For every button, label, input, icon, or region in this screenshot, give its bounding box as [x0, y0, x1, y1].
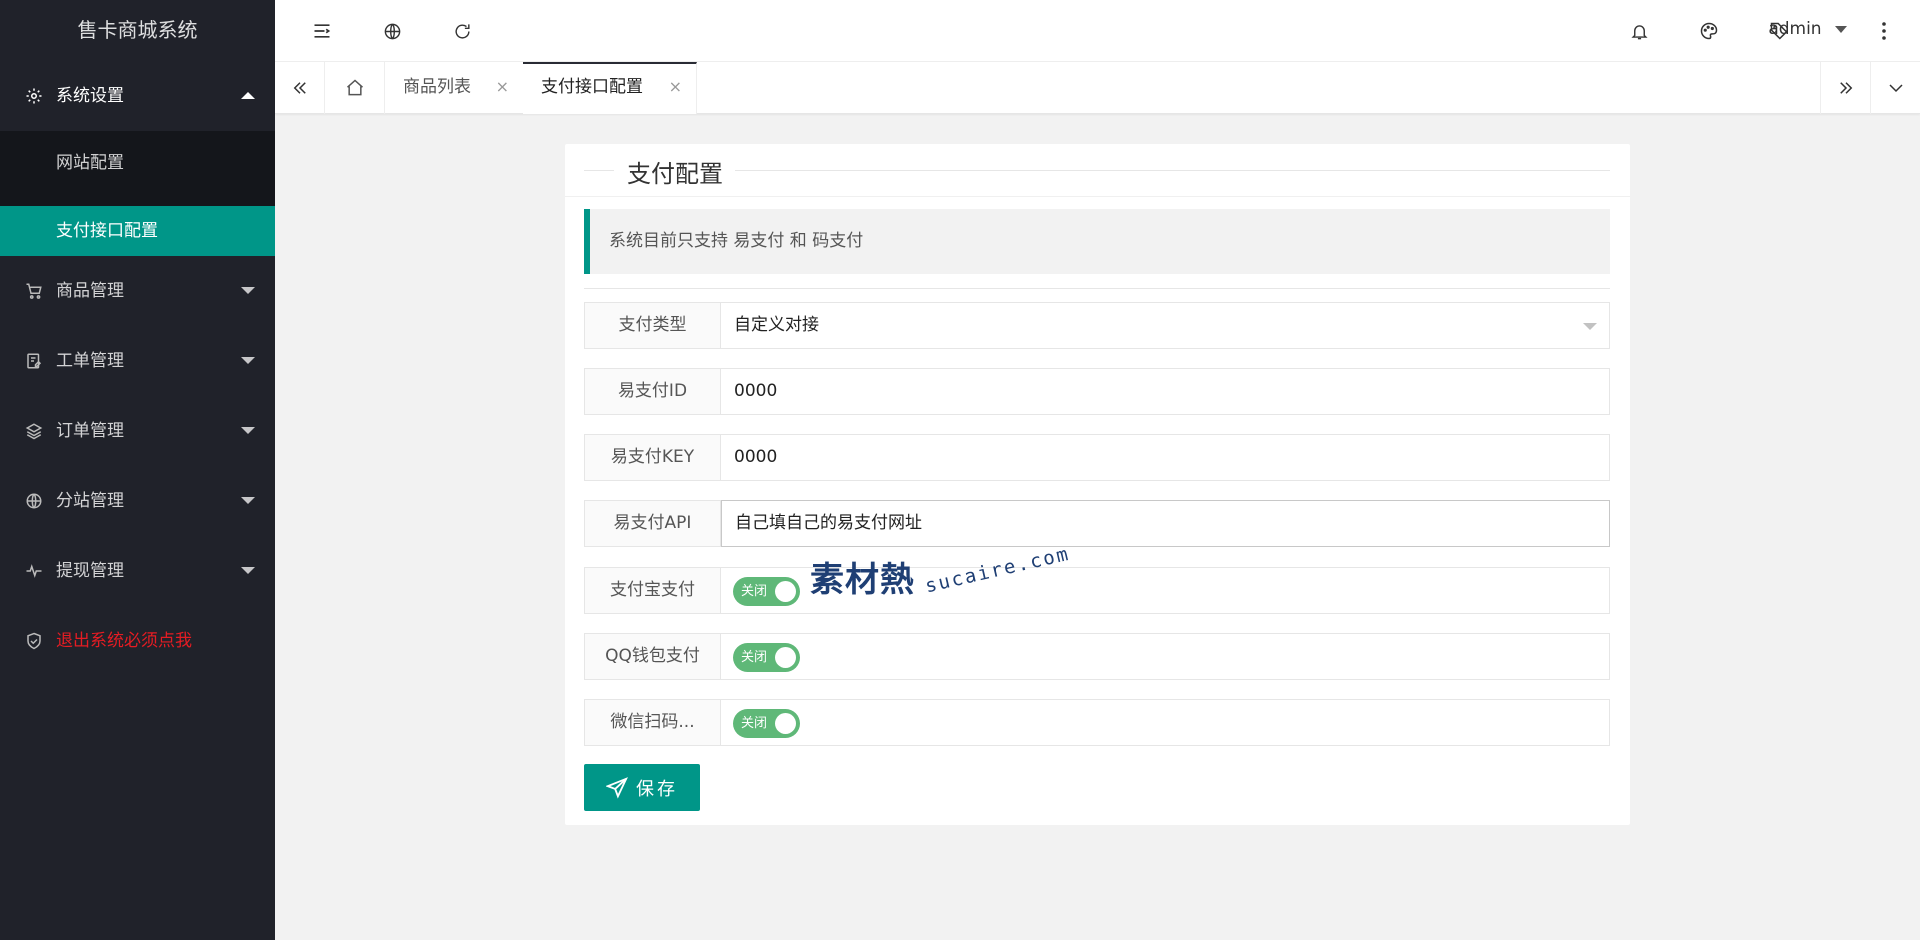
double-chevron-right-icon [1839, 82, 1852, 94]
qqpay-row: QQ钱包支付 关闭 [584, 633, 1610, 680]
scroll-right-button[interactable] [1820, 62, 1870, 114]
globe-icon [24, 466, 44, 536]
epay-key-row: 易支付KEY 0000 [584, 434, 1610, 481]
more-vertical-icon[interactable] [1873, 20, 1895, 42]
chevron-down-icon [1888, 84, 1903, 93]
app-title: 售卡商城系统 [77, 18, 198, 42]
toggle-knob [775, 647, 796, 668]
sidebar-item-products[interactable]: 商品管理 [0, 256, 275, 326]
globe-icon[interactable] [381, 20, 403, 42]
pay-type-select[interactable]: 自定义对接 [721, 303, 1609, 348]
toggle-knob [775, 713, 796, 734]
card-header: 支付配置 [565, 144, 1630, 197]
sidebar-item-orders[interactable]: 订单管理 [0, 396, 275, 466]
alipay-row: 支付宝支付 关闭 [584, 567, 1610, 614]
sidebar-item-label: 系统设置 [56, 86, 124, 106]
close-icon[interactable]: × [669, 64, 682, 110]
wxpay-row: 微信扫码... 关闭 [584, 699, 1610, 746]
wxpay-label: 微信扫码... [585, 700, 721, 745]
caret-down-icon [241, 287, 255, 294]
pay-type-label: 支付类型 [585, 303, 721, 348]
sidebar-item-label: 提现管理 [56, 561, 124, 581]
epay-id-row: 易支付ID 0000 [584, 368, 1610, 415]
user-menu[interactable]: admin [1768, 19, 1847, 39]
refresh-icon[interactable] [451, 20, 473, 42]
caret-down-icon [241, 497, 255, 504]
sidebar-item-withdrawals[interactable]: 提现管理 [0, 536, 275, 606]
sidebar-item-label: 工单管理 [56, 351, 124, 371]
alipay-label: 支付宝支付 [585, 568, 721, 613]
epay-api-row: 易支付API 自己填自己的易支付网址 [584, 500, 1610, 547]
sidebar-subitem-payment-config[interactable]: 支付接口配置 [0, 206, 275, 256]
tab-bar: 商品列表 × 支付接口配置 × [275, 62, 1920, 114]
gear-icon [24, 61, 44, 131]
pay-type-row: 支付类型 自定义对接 [584, 302, 1610, 349]
home-tab[interactable] [325, 62, 385, 114]
double-chevron-left-icon [293, 82, 306, 94]
chevron-down-icon [1583, 323, 1597, 330]
info-notice: 系统目前只支持 易支付 和 码支付 [584, 209, 1610, 274]
caret-down-icon [241, 567, 255, 574]
tab-menu-button[interactable] [1870, 62, 1920, 114]
epay-key-input[interactable]: 0000 [721, 435, 1609, 480]
sidebar-item-tickets[interactable]: 工单管理 [0, 326, 275, 396]
sidebar-item-logout[interactable]: 退出系统必须点我 [0, 606, 275, 676]
toggle-knob [775, 581, 796, 602]
menu-toggle-icon[interactable] [311, 20, 333, 42]
scroll-left-button[interactable] [275, 62, 325, 114]
caret-down-icon [241, 427, 255, 434]
epay-api-input[interactable]: 自己填自己的易支付网址 [721, 500, 1610, 547]
tab-payment-config[interactable]: 支付接口配置 × [523, 62, 697, 114]
ticket-icon [24, 326, 44, 396]
pulse-icon [24, 536, 44, 606]
alipay-toggle[interactable]: 关闭 [733, 577, 800, 606]
caret-down-icon [241, 357, 255, 364]
payment-config-card: 支付配置 系统目前只支持 易支付 和 码支付 支付类型 自定义对接 易支付ID … [565, 144, 1630, 825]
bell-icon[interactable] [1628, 20, 1650, 42]
watermark: 素材熱 sucaire.com [808, 543, 1072, 612]
chevron-down-icon [1835, 25, 1847, 33]
home-icon [346, 79, 363, 96]
user-name: admin [1768, 19, 1822, 39]
sidebar-item-label: 订单管理 [56, 421, 124, 441]
page-title: 支付配置 [621, 154, 729, 189]
sidebar-item-label: 商品管理 [56, 281, 124, 301]
epay-id-label: 易支付ID [585, 369, 721, 414]
save-button[interactable]: 保存 [584, 764, 700, 811]
send-icon [606, 776, 628, 799]
sidebar-item-substations[interactable]: 分站管理 [0, 466, 275, 536]
submenu: 网站配置 支付接口配置 [0, 131, 275, 256]
close-icon[interactable]: × [496, 62, 509, 112]
qqpay-label: QQ钱包支付 [585, 634, 721, 679]
layers-icon [24, 396, 44, 466]
caret-up-icon [241, 92, 255, 99]
epay-api-label: 易支付API [585, 501, 721, 546]
divider [584, 288, 1610, 289]
cart-icon [24, 256, 44, 326]
qqpay-toggle[interactable]: 关闭 [733, 643, 800, 672]
shield-icon [24, 606, 44, 676]
sidebar-item-label: 分站管理 [56, 491, 124, 511]
sidebar-item-label: 退出系统必须点我 [56, 631, 192, 651]
watermark-cn: 素材熱 [810, 560, 915, 600]
epay-id-input[interactable]: 0000 [721, 369, 1609, 414]
wxpay-toggle[interactable]: 关闭 [733, 709, 800, 738]
sidebar-subitem-site-config[interactable]: 网站配置 [0, 131, 275, 196]
sidebar: 售卡商城系统 系统设置 网站配置 支付接口配置 商品管理 工单管理 订单管理 分… [0, 0, 275, 940]
palette-icon[interactable] [1698, 20, 1720, 42]
top-header: admin [275, 0, 1920, 62]
tab-product-list[interactable]: 商品列表 × [385, 62, 524, 114]
epay-key-label: 易支付KEY [585, 435, 721, 480]
sidebar-item-system-settings[interactable]: 系统设置 [0, 61, 275, 131]
